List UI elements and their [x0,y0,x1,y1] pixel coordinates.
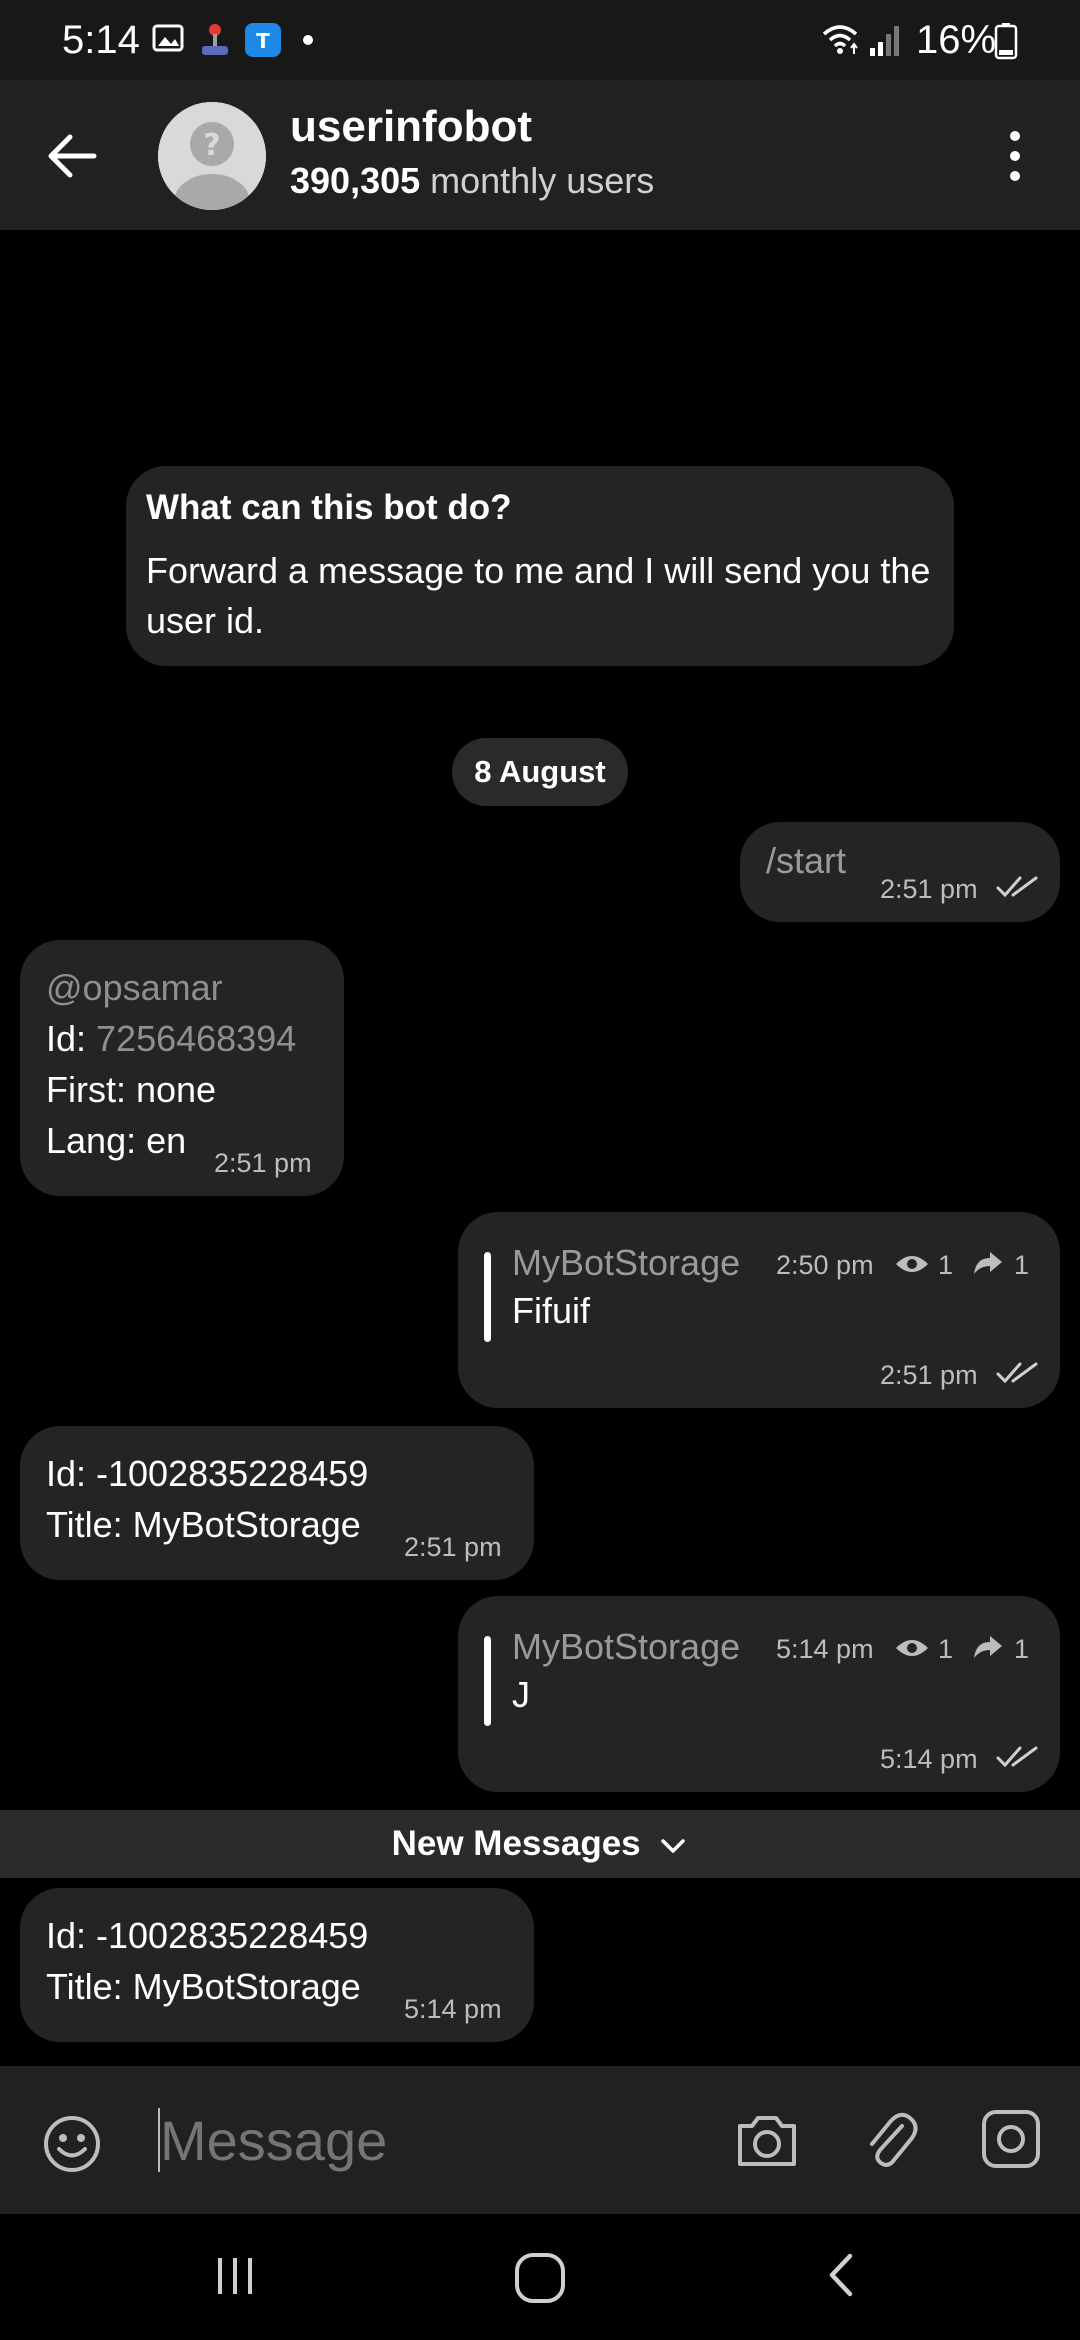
double-check-icon [996,1746,1038,1768]
instagram-icon[interactable] [980,2108,1042,2170]
username-link[interactable]: @opsamar [46,962,318,1013]
message-bubble-forwarded[interactable]: MyBotStorage 5:14 pm 1 1 J 5:14 pm [458,1596,1060,1792]
chat-header: ? userinfobot 390,305 monthly users [0,80,1080,230]
forward-source[interactable]: MyBotStorage [512,1242,740,1284]
joystick-icon [202,24,228,55]
message-text: J [512,1674,530,1715]
recent-apps-icon[interactable] [210,2250,260,2300]
users-count: 390,305 [290,160,421,201]
date-separator: 8 August [452,738,628,806]
views-count: 1 [938,1634,954,1664]
chat-subtitle: 390,305 monthly users [290,160,654,202]
forward-source[interactable]: MyBotStorage [512,1626,740,1668]
svg-text:T: T [256,29,270,53]
views-count: 1 [938,1250,954,1280]
message-list[interactable]: What can this bot do? Forward a message … [0,230,1080,2066]
first-name-line: First: none [46,1069,217,1110]
message-bubble-outgoing[interactable]: /start 2:51 pm [740,822,1060,922]
user-placeholder-icon: ? [158,102,266,210]
forward-quote-bar [484,1252,491,1342]
share-arrow-icon [974,1252,1002,1274]
message-time: 2:51 pm [214,1148,312,1178]
dot-icon [303,35,313,45]
bot-info-description: Forward a message to me and I will send … [146,550,931,641]
new-messages-label: New Messages [391,1824,641,1863]
signal-icon [870,26,899,56]
double-check-icon [996,1362,1038,1384]
message-bubble-forwarded[interactable]: MyBotStorage 2:50 pm 1 1 Fifuif 2:51 pm [458,1212,1060,1408]
user-id-value[interactable]: 7256468394 [96,1018,296,1059]
image-icon [152,24,184,52]
more-vertical-icon[interactable] [1000,124,1030,188]
paperclip-icon[interactable] [862,2106,918,2172]
message-composer [0,2066,1080,2214]
chat-title[interactable]: userinfobot [290,102,532,152]
arrow-left-icon[interactable] [40,124,104,188]
shares-count: 1 [1014,1250,1030,1280]
chat-id-line: Id: -1002835228459 [46,1453,369,1494]
chat-id-line: Id: -1002835228459 [46,1915,369,1956]
message-time: 2:51 pm [404,1532,502,1562]
back-nav-icon[interactable] [820,2250,864,2300]
message-input[interactable] [160,2100,700,2180]
battery-icon [994,23,1018,60]
bot-info-card: What can this bot do? Forward a message … [126,466,954,666]
message-time: 5:14 pm [880,1744,978,1774]
avatar[interactable]: ? [158,102,266,210]
message-time: 5:14 pm [404,1994,502,2024]
message-bubble-incoming[interactable]: Id: -1002835228459 Title: MyBotStorage 5… [20,1888,534,2042]
id-label: Id: [46,1018,97,1059]
system-navigation-bar [0,2214,1080,2340]
svg-text:?: ? [203,128,220,163]
forward-time: 5:14 pm [776,1634,874,1664]
shares-count: 1 [1014,1634,1030,1664]
message-text: Fifuif [512,1290,591,1331]
emoji-icon[interactable] [42,2114,102,2174]
eye-icon [896,1640,928,1656]
forward-time: 2:50 pm [776,1250,874,1280]
wifi-icon [822,25,858,54]
home-icon[interactable] [512,2250,568,2306]
message-bubble-incoming[interactable]: @opsamar Id: 7256468394 First: none Lang… [20,940,344,1196]
bot-info-title: What can this bot do? [146,488,512,527]
status-time: 5:14 [62,18,140,62]
users-label: monthly users [420,160,655,201]
message-time: 2:51 pm [880,874,978,904]
battery-percent: 16% [916,18,997,62]
command-text[interactable]: /start [766,840,846,882]
eye-icon [896,1256,928,1272]
user-id-line: Id: 7256468394 [46,1013,318,1064]
camera-icon[interactable] [734,2108,800,2170]
chevron-down-icon [661,1839,686,1853]
double-check-icon [996,876,1038,898]
app-notification-icon: T [245,23,281,57]
message-time: 2:51 pm [880,1360,978,1390]
forward-quote-bar [484,1636,491,1726]
new-messages-divider[interactable]: New Messages [0,1810,1080,1878]
status-bar: 5:14 T 16% [0,0,1080,80]
share-arrow-icon [974,1636,1002,1658]
message-bubble-incoming[interactable]: Id: -1002835228459 Title: MyBotStorage 2… [20,1426,534,1580]
